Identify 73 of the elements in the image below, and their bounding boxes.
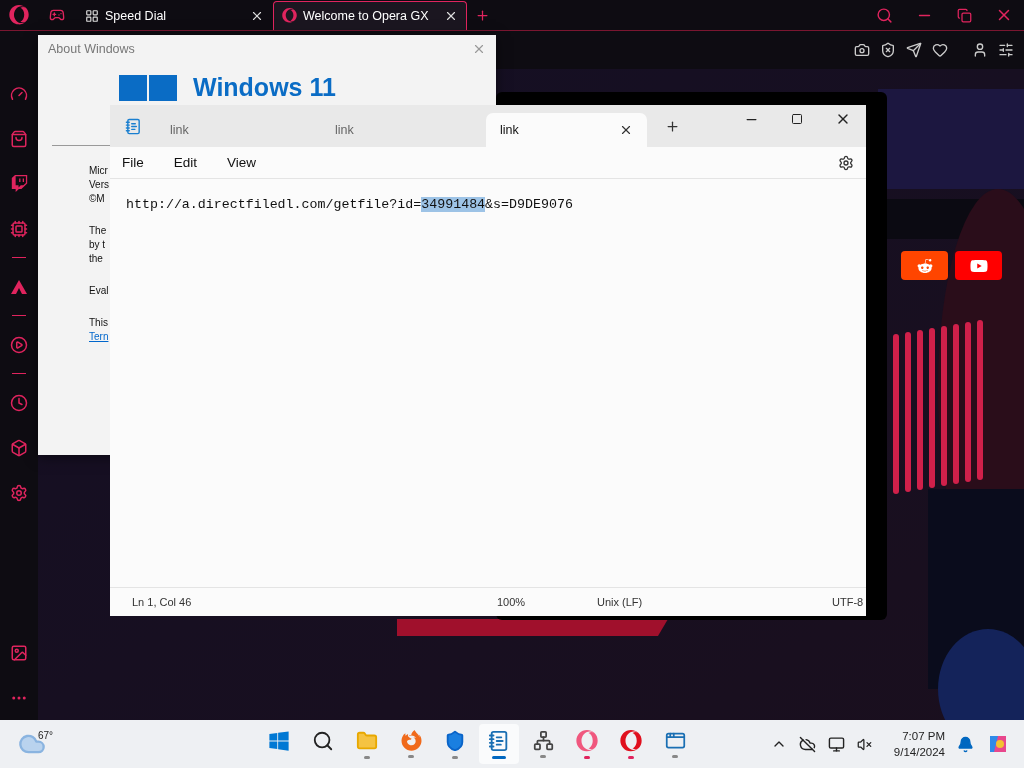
chip-icon[interactable] <box>10 219 28 238</box>
status-text: Ln 1, Col 46 <box>131 596 193 608</box>
clock[interactable]: 7:07 PM 9/14/2024 <box>893 728 945 760</box>
notepad-icon <box>124 117 142 135</box>
link[interactable]: Tern <box>89 330 109 344</box>
shield-icon <box>444 729 466 752</box>
maximize-icon[interactable] <box>791 113 803 125</box>
search-icon[interactable] <box>875 6 893 24</box>
text-line: by t <box>89 238 106 252</box>
text-line: ©M <box>89 192 105 206</box>
firefox-icon <box>400 730 422 751</box>
window-title: About Windows <box>48 42 135 56</box>
text-line: Vers <box>89 178 109 192</box>
settings-icon[interactable] <box>838 154 854 171</box>
text-line: The <box>89 224 107 238</box>
status-text: Unix (LF) <box>596 596 644 608</box>
menu-item[interactable]: File <box>122 155 144 170</box>
text-line: the <box>89 252 103 266</box>
document-tab[interactable]: link <box>486 113 647 147</box>
speed-dial-tile[interactable] <box>955 251 1002 280</box>
text-line: Eval <box>89 284 109 298</box>
speed-dial-tile[interactable] <box>901 251 948 280</box>
menu-item[interactable]: View <box>227 155 257 170</box>
play-icon[interactable] <box>10 335 28 354</box>
restore-icon[interactable] <box>956 7 972 23</box>
windows-logo-icon <box>119 75 177 101</box>
aria-icon[interactable] <box>10 278 28 295</box>
text-line: Micr <box>89 164 108 178</box>
new-tab-icon[interactable] <box>664 118 680 134</box>
cloud-off-icon[interactable] <box>798 735 816 753</box>
speedometer-icon[interactable] <box>10 84 28 103</box>
send-icon[interactable] <box>906 42 922 58</box>
user-icon[interactable] <box>972 42 988 58</box>
status-text: 100% <box>496 596 527 608</box>
menu-item[interactable]: Edit <box>173 155 198 170</box>
twitch-icon[interactable] <box>10 175 28 192</box>
monitor-icon[interactable] <box>827 735 845 753</box>
gamepad-icon[interactable] <box>49 7 65 23</box>
text-line: http://a.directfiledl.com/getfile?id=34991484&s=D9DE9076 <box>126 197 574 212</box>
document-tab[interactable]: link <box>321 113 486 147</box>
image-icon[interactable] <box>10 643 28 662</box>
time: 7:07 PM <box>902 729 945 744</box>
heart-icon[interactable] <box>932 42 948 58</box>
camera-icon[interactable] <box>854 42 870 58</box>
search-icon <box>312 729 334 752</box>
text-line: This <box>89 316 108 330</box>
bell-icon[interactable] <box>957 735 974 753</box>
opera-icon <box>576 729 598 752</box>
opera-icon <box>282 8 297 23</box>
bag-icon[interactable] <box>10 129 28 148</box>
reddit-icon <box>916 257 933 274</box>
network-icon <box>532 730 554 751</box>
mute-icon[interactable] <box>856 736 872 752</box>
grid-icon <box>85 8 99 23</box>
opera-icon <box>620 729 642 752</box>
status-text: UTF-8 <box>831 596 865 608</box>
settings-icon[interactable] <box>998 42 1014 58</box>
close-icon[interactable] <box>619 123 633 137</box>
temperature: 67° <box>38 730 54 741</box>
shield-icon[interactable] <box>880 42 896 58</box>
cube-icon[interactable] <box>10 438 28 457</box>
start-icon <box>268 729 290 752</box>
folder-icon <box>356 729 378 752</box>
logo-text: Windows 11 <box>193 75 336 100</box>
browser-tab[interactable]: Welcome to Opera GX <box>273 0 467 30</box>
document-tab[interactable]: link <box>156 113 321 147</box>
date: 9/14/2024 <box>893 745 945 760</box>
browser-tab[interactable]: Speed Dial <box>76 0 273 30</box>
window-icon <box>664 730 686 751</box>
clock-icon[interactable] <box>10 393 28 412</box>
opera-logo-icon[interactable] <box>9 5 29 25</box>
new-tab-icon[interactable] <box>474 7 490 23</box>
notepad-icon <box>488 729 510 752</box>
